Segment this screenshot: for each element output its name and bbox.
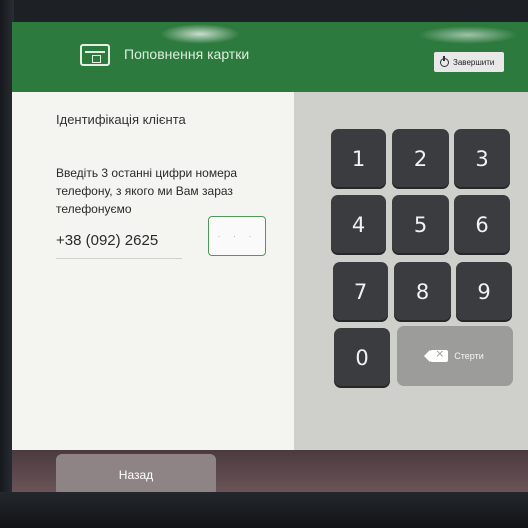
card-icon [80,44,110,66]
back-button[interactable]: Назад [56,454,216,496]
phone-digits-input[interactable]: · · · [208,216,266,256]
key-6[interactable]: 6 [454,195,510,255]
backspace-icon [424,347,449,362]
section-title: Ідентифікація клієнта [56,112,186,127]
key-5[interactable]: 5 [392,195,449,255]
key-9[interactable]: 9 [456,262,512,322]
panel-pointer [280,224,294,248]
key-8[interactable]: 8 [394,262,451,322]
erase-button[interactable]: Стерти [397,326,513,386]
finish-button-label: Завершити [453,57,495,67]
phone-underline [56,258,182,259]
power-icon [440,55,449,67]
header-title: Поповнення картки [124,46,250,62]
key-0[interactable]: 0 [334,328,390,388]
key-7[interactable]: 7 [333,262,388,322]
phone-number-prefix: +38 (092) 2625 [56,232,159,249]
instruction-text: Введіть 3 останні цифри номера телефону,… [56,166,238,216]
key-3[interactable]: 3 [454,129,510,189]
key-4[interactable]: 4 [331,195,386,255]
erase-button-label: Стерти [454,351,484,361]
form-panel [12,92,294,450]
finish-button[interactable]: Завершити [434,52,504,72]
key-2[interactable]: 2 [392,129,449,189]
screen-bezel-bottom [0,492,528,528]
key-1[interactable]: 1 [331,129,386,189]
